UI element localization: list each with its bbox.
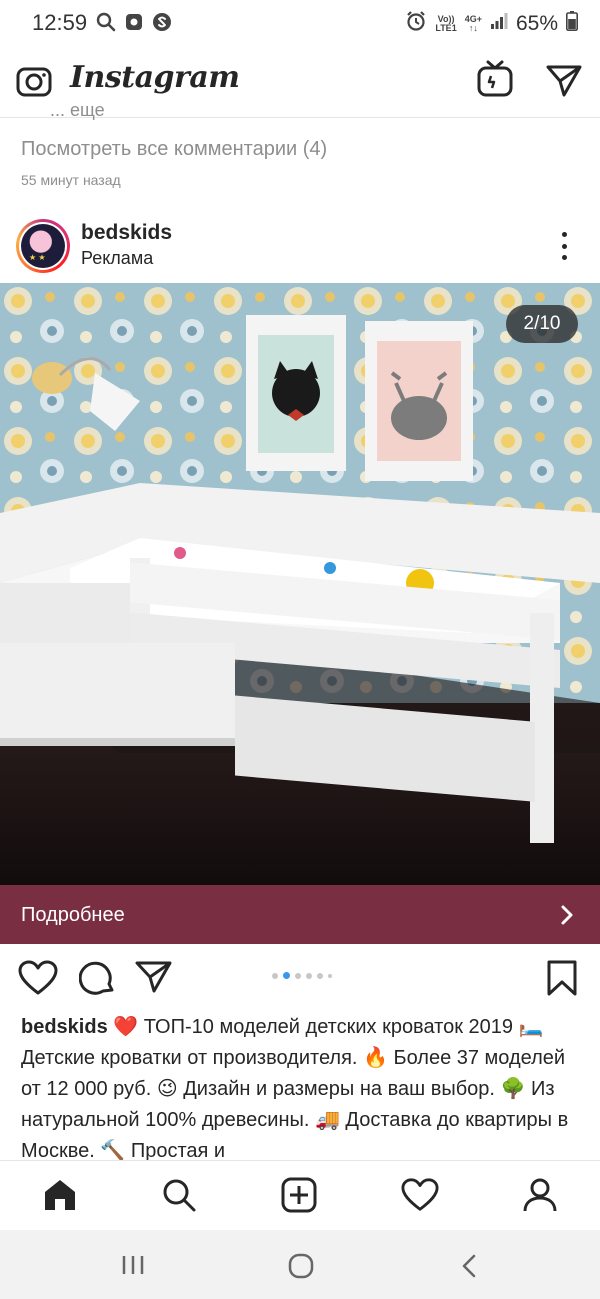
status-bar: 12:59 Vo)) LTE1 4G+ ↑↓ 65% xyxy=(0,0,600,46)
learn-more-label: Подробнее xyxy=(21,904,125,926)
alarm-icon xyxy=(405,10,427,38)
post-caption: bedskids ❤️ ТОП-10 моделей детских крова… xyxy=(21,1012,581,1160)
search-icon[interactable] xyxy=(161,1177,197,1218)
home-icon[interactable] xyxy=(42,1177,78,1218)
shazam-icon xyxy=(152,12,172,32)
post-actions xyxy=(0,944,600,1010)
instagram-logo[interactable]: Instagram xyxy=(70,60,240,95)
signal-icon xyxy=(490,12,508,36)
heart-icon[interactable] xyxy=(18,960,58,1001)
profile-icon[interactable] xyxy=(522,1177,558,1218)
share-icon[interactable] xyxy=(135,960,173,999)
battery-percent: 65% xyxy=(515,12,558,35)
new-post-icon[interactable] xyxy=(281,1177,317,1218)
post-username[interactable]: bedskids xyxy=(81,221,172,245)
activity-heart-icon[interactable] xyxy=(401,1177,439,1218)
carousel-indicator xyxy=(272,972,332,979)
view-all-comments-link[interactable]: Посмотреть все комментарии (4) xyxy=(21,138,327,161)
more-link[interactable]: ... еще xyxy=(50,106,105,120)
learn-more-button[interactable]: Подробнее xyxy=(0,885,600,944)
igtv-icon[interactable] xyxy=(477,60,513,103)
bookmark-icon[interactable] xyxy=(546,960,578,1001)
battery-icon xyxy=(566,11,578,37)
direct-message-icon[interactable] xyxy=(546,64,582,103)
camera-icon[interactable] xyxy=(16,64,52,103)
home-circle-icon[interactable] xyxy=(288,1253,314,1284)
image-counter-badge: 2/10 xyxy=(506,305,578,343)
sponsored-label: Реклама xyxy=(81,248,154,268)
volte-indicator: Vo)) LTE1 xyxy=(435,14,457,33)
post-timestamp: 55 минут назад xyxy=(21,172,121,188)
system-nav-bar xyxy=(0,1230,600,1299)
search-icon xyxy=(96,12,116,32)
chevron-right-icon xyxy=(560,905,574,930)
more-options-icon[interactable] xyxy=(552,232,576,260)
caption-username[interactable]: bedskids xyxy=(21,1016,108,1038)
status-time: 12:59 xyxy=(32,10,88,35)
avatar[interactable] xyxy=(16,219,70,273)
post-image[interactable]: 2/10 xyxy=(0,283,600,885)
comment-icon[interactable] xyxy=(78,960,115,1001)
back-icon[interactable] xyxy=(460,1254,478,1283)
post-header: bedskids Реклама xyxy=(0,210,600,282)
network-indicator: 4G+ ↑↓ xyxy=(464,14,482,33)
bottom-nav xyxy=(0,1160,600,1230)
screenshot-icon xyxy=(124,12,144,32)
recent-apps-icon[interactable] xyxy=(120,1254,146,1281)
